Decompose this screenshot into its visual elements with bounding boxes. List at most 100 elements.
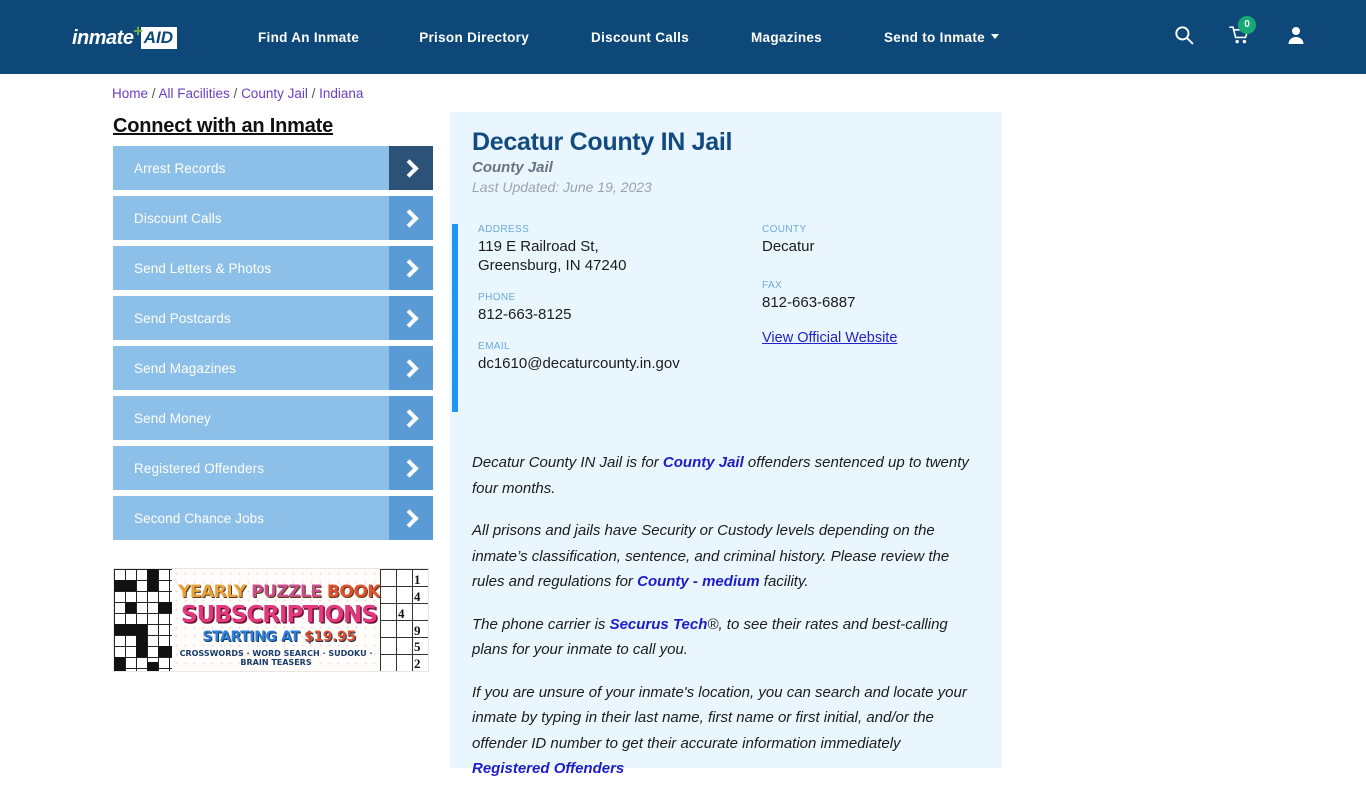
page-title: Decatur County IN Jail [472,128,733,156]
sudoku-number: 9 [414,623,421,638]
site-logo[interactable]: inmate ✛ AID [72,25,177,51]
sidebar-item-label: Second Chance Jobs [134,510,265,526]
nav-icon-group: 0 [1174,0,1306,74]
breadcrumb-item-indiana[interactable]: Indiana [319,86,363,101]
sudoku-number: 4 [414,589,421,604]
registered-trademark-symbol: ® [707,615,719,633]
breadcrumb: Home / All Facilities / County Jail / In… [112,86,363,101]
nav-item-find-an-inmate[interactable]: Find An Inmate [258,30,359,45]
logo-word: inmate [72,26,134,49]
securus-tech-link[interactable]: Securus Tech [610,616,708,633]
chevron-down-icon [990,34,999,40]
facility-info-block: ADDRESS 119 E Railroad St, Greensburg, I… [452,224,1000,412]
fax-label: FAX [762,280,783,291]
ad-categories: CROSSWORDS · WORD SEARCH · SUDOKU · BRAI… [179,649,373,667]
p1-text-a: Decatur County IN Jail is for [472,454,663,471]
fax-value: 812-663-6887 [762,294,856,311]
address-field: ADDRESS 119 E Railroad St, Greensburg, I… [478,224,708,275]
sidebar-item-arrest-records[interactable]: Arrest Records [113,146,433,190]
description-paragraph-1: Decatur County IN Jail is for County Jai… [472,450,984,501]
p3-text-a: The phone carrier is [472,615,610,633]
breadcrumb-item-county-jail[interactable]: County Jail [241,86,308,101]
logo-plus-icon: ✛ [133,25,143,38]
sidebar-item-send-money[interactable]: Send Money [113,396,433,440]
sidebar-item-label: Send Money [134,410,211,426]
sudoku-number: 5 [414,639,421,654]
county-value: Decatur [762,238,815,255]
crossword-grid-graphic [114,569,172,671]
email-label: EMAIL [478,341,511,352]
sidebar-item-send-magazines[interactable]: Send Magazines [113,346,433,390]
phone-field: PHONE 812-663-8125 [478,292,708,324]
phone-label: PHONE [478,292,516,303]
registered-offenders-link[interactable]: Registered Offenders [472,756,624,782]
fax-field: FAX 812-663-6887 [762,280,992,312]
sidebar-item-send-postcards[interactable]: Send Postcards [113,296,433,340]
ad-headline-3: STARTING AT $19.95 [176,629,382,645]
official-website-field: View Official Website [762,329,992,347]
sidebar-item-label: Registered Offenders [134,460,265,476]
sidebar-menu: Arrest Records Discount Calls Send Lette… [113,146,433,546]
logo-aid: AID [140,27,177,49]
description-paragraph-4: If you are unsure of your inmate's locat… [472,680,984,782]
nav-links: Find An Inmate Prison Directory Discount… [258,0,999,74]
top-navigation-bar: inmate ✛ AID Find An Inmate Prison Directo… [0,0,1366,74]
sidebar-item-send-letters-photos[interactable]: Send Letters & Photos [113,246,433,290]
county-label: COUNTY [762,224,807,235]
nav-item-discount-calls[interactable]: Discount Calls [591,30,689,45]
ad-headline-2: SUBSCRIPTIONS [181,602,378,628]
cart-icon[interactable]: 0 [1229,15,1256,50]
search-icon[interactable] [1174,25,1194,50]
view-official-website-link[interactable]: View Official Website [762,330,897,346]
user-icon[interactable] [1286,25,1306,50]
sudoku-grid-graphic: 1 4 4 9 5 2 [380,569,428,671]
chevron-right-icon [389,396,433,440]
facility-info-right-column: COUNTY Decatur FAX 812-663-6887 View Off… [762,224,992,364]
breadcrumb-item-home[interactable]: Home [112,86,148,101]
facility-description: Decatur County IN Jail is for County Jai… [472,450,984,799]
nav-item-send-to-inmate[interactable]: Send to Inmate [884,30,999,45]
chevron-right-icon [389,446,433,490]
cart-count-badge: 0 [1238,15,1256,34]
county-field: COUNTY Decatur [762,224,992,256]
chevron-right-icon [389,296,433,340]
facility-info-grid: ADDRESS 119 E Railroad St, Greensburg, I… [458,224,1000,412]
facility-info-left-column: ADDRESS 119 E Railroad St, Greensburg, I… [478,224,708,390]
nav-item-magazines[interactable]: Magazines [751,30,822,45]
ad-price-prefix: STARTING AT [202,629,305,645]
email-value[interactable]: dc1610@decaturcounty.in.gov [478,354,708,373]
puzzle-book-ad-banner[interactable]: 1 4 4 9 5 2 YEARLY PUZZLE BOOK SUBSCRIPT… [113,568,429,672]
county-medium-link[interactable]: County - medium [637,573,760,590]
ad-headline-puzzle: PUZZLE [251,582,327,602]
sudoku-number: 4 [398,606,405,621]
sidebar-item-discount-calls[interactable]: Discount Calls [113,196,433,240]
breadcrumb-separator: / [307,86,320,101]
nav-item-prison-directory[interactable]: Prison Directory [419,30,529,45]
sidebar-title: Connect with an Inmate [113,115,334,137]
sidebar-item-label: Send Magazines [134,360,236,376]
breadcrumb-separator: / [229,86,242,101]
sudoku-number: 1 [414,572,421,587]
phone-value[interactable]: 812-663-8125 [478,305,708,324]
sidebar-item-label: Arrest Records [134,160,226,176]
sidebar-item-label: Discount Calls [134,210,222,226]
description-paragraph-3: The phone carrier is Securus Tech®, to s… [472,612,984,663]
sidebar-item-registered-offenders[interactable]: Registered Offenders [113,446,433,490]
address-value-line1: 119 E Railroad St, [478,238,599,255]
p4-text-a: If you are unsure of your inmate's locat… [472,683,967,752]
email-field: EMAIL dc1610@decaturcounty.in.gov [478,341,708,373]
breadcrumb-item-all-facilities[interactable]: All Facilities [159,86,230,101]
p2-text-b: facility. [759,573,809,590]
county-jail-link[interactable]: County Jail [663,454,744,471]
chevron-right-icon [389,196,433,240]
sidebar-item-second-chance-jobs[interactable]: Second Chance Jobs [113,496,433,540]
facility-detail-card: Decatur County IN Jail County Jail Last … [450,112,1002,777]
sudoku-number: 2 [414,656,421,671]
description-paragraph-2: All prisons and jails have Security or C… [472,518,984,595]
ad-headline-yearly: YEARLY [178,582,252,602]
address-label: ADDRESS [478,224,530,235]
chevron-right-icon [389,496,433,540]
chevron-right-icon [389,346,433,390]
last-updated-text: Last Updated: June 19, 2023 [472,179,652,195]
ad-price-value: $19.95 [304,629,356,645]
